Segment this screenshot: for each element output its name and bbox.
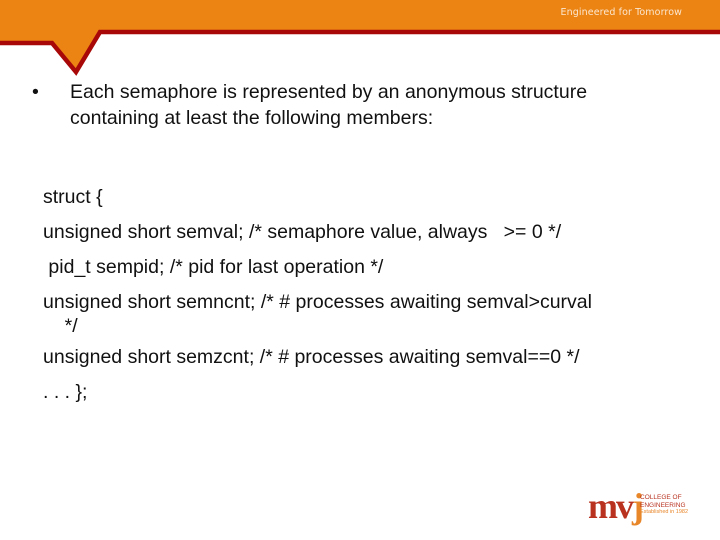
bullet-text: Each semaphore is represented by an anon… — [70, 81, 588, 129]
code-line: . . . }; — [43, 381, 88, 403]
struct-code-block: struct { unsigned short semval; /* semap… — [43, 180, 693, 410]
bullet-paragraph: • Each semaphore is represented by an an… — [28, 79, 678, 131]
code-line: unsigned short semval; /* semaphore valu… — [43, 221, 562, 243]
code-line: pid_t sempid; /* pid for last operation … — [43, 256, 384, 278]
logo-line-engineering: ENGINEERING — [640, 501, 686, 509]
logo-text: COLLEGE OF ENGINEERING Established in 19… — [640, 494, 688, 517]
code-line: struct { — [43, 186, 103, 208]
code-line: unsigned short semzcnt; /* # processes a… — [43, 346, 580, 368]
header-tagline: Engineered for Tomorrow — [560, 7, 682, 18]
bullet-icon: • — [32, 81, 39, 103]
banner-red-stripe — [0, 29, 720, 76]
college-logo: mvj COLLEGE OF ENGINEERING Established i… — [588, 488, 698, 528]
logo-line-established: Established in 1982 — [640, 509, 689, 515]
logo-line-college: COLLEGE OF — [640, 494, 682, 501]
logo-mark-mv: mv — [588, 486, 634, 526]
logo-mark: mvj — [588, 486, 644, 526]
